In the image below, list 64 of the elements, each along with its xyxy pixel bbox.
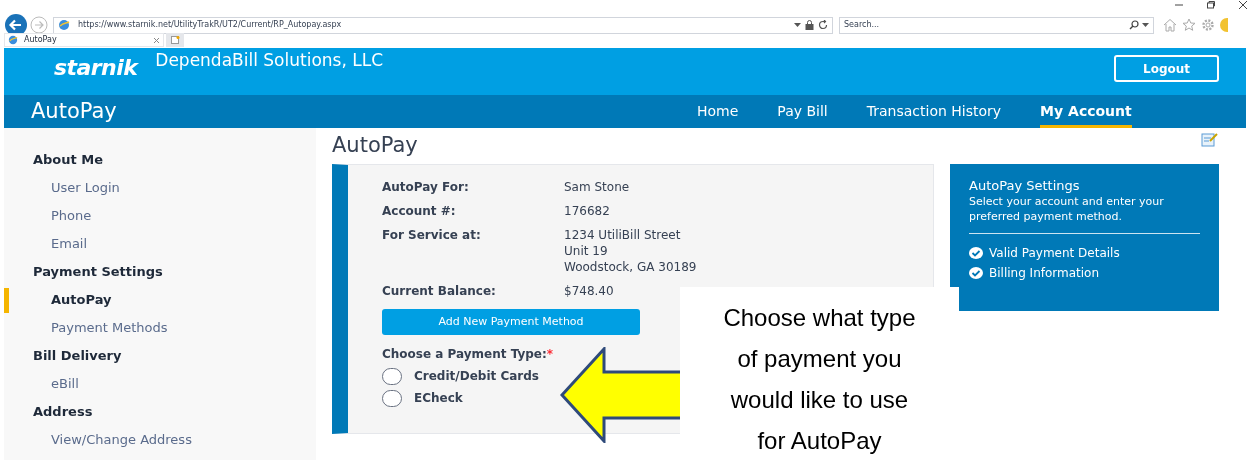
nav-tab[interactable]: My Account [1040,95,1132,128]
section-heading: Bill Delivery [33,347,122,366]
callout-text: Choose what type of payment you would like to use for AutoPay [722,303,917,456]
dropdown-icon[interactable] [794,22,801,28]
add-payment-method-button[interactable]: Add New Payment Method [382,309,640,335]
section-heading: Payment Settings [33,263,163,282]
panel-title: AutoPay Settings [969,178,1080,194]
dropdown-icon[interactable] [1142,22,1149,28]
field-label: Current Balance: [382,283,496,299]
section-heading: Address [33,403,93,422]
company-name: DependaBill Solutions, LLC [155,49,384,72]
edit-icon[interactable] [1201,131,1219,147]
field-value: Sam Stone [564,179,630,195]
field-label: For Service at: [382,227,481,244]
panel-description: Select your account and enter your preferred payment method. [969,194,1165,224]
nav-tab[interactable]: Home [697,95,739,128]
field-label: Account #: [382,203,456,219]
new-tab-icon [170,36,180,44]
checklist-item: Billing Information [989,265,1100,282]
search-placeholder: Search... [844,19,881,31]
field-label: Choose a Payment Type: [382,346,547,363]
sidebar-item[interactable]: Email [51,234,88,254]
field-value: 176682 [564,203,610,219]
nav-tab[interactable]: Pay Bill [777,95,828,128]
close-icon[interactable] [1238,0,1248,10]
field-value: Unit 19 [564,243,608,259]
search-field[interactable]: Search... [839,16,1154,34]
field-value: Woodstock, GA 30189 [564,259,697,275]
sidebar-item[interactable]: View/Change Address [51,430,192,450]
sidebar-item[interactable]: eBill [51,374,79,394]
section-title: AutoPay [332,132,418,159]
logout-button[interactable]: Logout [1114,55,1219,82]
sidebar-item[interactable]: AutoPay [51,290,112,310]
lock-icon [805,20,814,30]
settings-icon[interactable] [1201,18,1215,32]
radio-button[interactable] [382,389,402,407]
field-value: $748.40 [564,283,614,299]
check-icon [969,267,983,279]
radio-option[interactable]: ECheck [382,389,463,407]
radio-button[interactable] [382,367,402,385]
search-icon[interactable] [1129,20,1139,30]
sidebar-item[interactable]: User Login [51,178,120,198]
check-icon [969,247,983,259]
url-text: https://www.starnik.net/UtilityTrakR/UT2/Current/RP_Autopay.aspx [78,19,343,31]
star-icon[interactable] [1182,18,1196,32]
tab-title: AutoPay [24,34,58,46]
new-tab-button[interactable] [166,33,184,47]
page-title: AutoPay [31,97,117,125]
restore-icon[interactable] [1206,0,1216,10]
nav-tab[interactable]: Transaction History [866,95,1002,128]
field-value: 1234 UtiliBill Street [564,227,681,243]
address-bar[interactable]: https://www.starnik.net/UtilityTrakR/UT2/Current/RP_Autopay.aspx [53,16,833,34]
required-mark: * [546,346,554,363]
brand-logo: starnik [54,54,138,82]
sidebar-item[interactable]: Payment Methods [51,318,168,338]
sidebar-item[interactable]: Phone [51,206,92,226]
section-heading: About Me [33,151,104,170]
browser-tab[interactable]: AutoPay [4,33,164,47]
radio-option[interactable]: Credit/Debit Cards [382,367,539,385]
field-label: AutoPay For: [382,179,469,195]
page-icon [58,19,70,31]
refresh-icon[interactable] [818,20,828,30]
page-icon [8,35,18,45]
checklist-item: Valid Payment Details [989,245,1120,262]
